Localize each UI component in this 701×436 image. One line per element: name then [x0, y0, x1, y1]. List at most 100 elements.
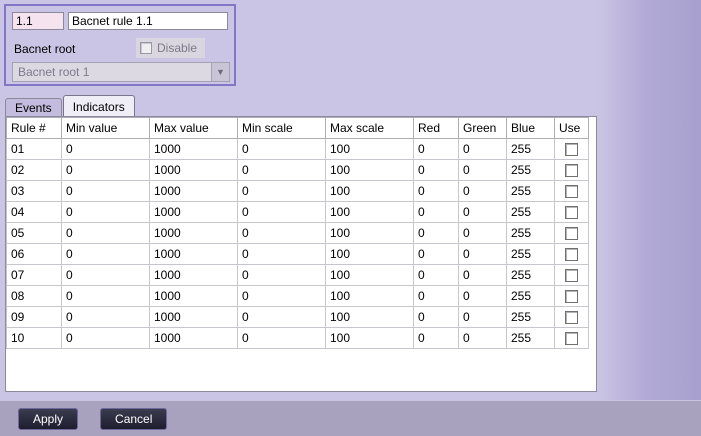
value-cell[interactable]: 0 [62, 223, 150, 244]
column-header-max-value: Max value [150, 118, 238, 139]
value-cell[interactable]: 255 [507, 265, 555, 286]
use-checkbox[interactable] [565, 185, 578, 198]
rule-name-field[interactable] [68, 12, 228, 30]
value-cell[interactable]: 0 [62, 139, 150, 160]
value-cell[interactable]: 255 [507, 202, 555, 223]
value-cell[interactable]: 0 [414, 244, 459, 265]
value-cell[interactable]: 0 [238, 181, 326, 202]
value-cell[interactable]: 100 [326, 286, 414, 307]
value-cell[interactable]: 0 [414, 181, 459, 202]
footer-bar: Apply Cancel [0, 400, 701, 436]
value-cell[interactable]: 0 [414, 265, 459, 286]
apply-button[interactable]: Apply [18, 408, 78, 430]
value-cell[interactable]: 255 [507, 307, 555, 328]
value-cell[interactable]: 100 [326, 244, 414, 265]
value-cell[interactable]: 0 [414, 286, 459, 307]
value-cell[interactable]: 0 [238, 286, 326, 307]
value-cell[interactable]: 0 [459, 307, 507, 328]
value-cell[interactable]: 0 [414, 202, 459, 223]
chevron-down-icon[interactable]: ▼ [211, 63, 229, 81]
value-cell[interactable]: 0 [62, 307, 150, 328]
value-cell[interactable]: 100 [326, 139, 414, 160]
rule-number-cell: 10 [7, 328, 62, 349]
value-cell[interactable]: 0 [238, 202, 326, 223]
use-checkbox[interactable] [565, 332, 578, 345]
value-cell[interactable]: 100 [326, 265, 414, 286]
value-cell[interactable]: 255 [507, 160, 555, 181]
value-cell[interactable]: 0 [459, 244, 507, 265]
value-cell[interactable]: 0 [459, 139, 507, 160]
rule-id-field[interactable] [12, 12, 64, 30]
disable-checkbox-group[interactable]: Disable [136, 38, 205, 58]
use-checkbox[interactable] [565, 143, 578, 156]
value-cell[interactable]: 0 [238, 307, 326, 328]
use-checkbox[interactable] [565, 290, 578, 303]
value-cell[interactable]: 1000 [150, 286, 238, 307]
value-cell[interactable]: 100 [326, 160, 414, 181]
value-cell[interactable]: 0 [459, 202, 507, 223]
use-checkbox[interactable] [565, 311, 578, 324]
use-cell [555, 265, 589, 286]
use-checkbox[interactable] [565, 269, 578, 282]
value-cell[interactable]: 1000 [150, 181, 238, 202]
value-cell[interactable]: 100 [326, 307, 414, 328]
value-cell[interactable]: 0 [459, 223, 507, 244]
tab-indicators[interactable]: Indicators [63, 95, 135, 116]
value-cell[interactable]: 0 [62, 181, 150, 202]
value-cell[interactable]: 0 [62, 286, 150, 307]
use-checkbox[interactable] [565, 164, 578, 177]
value-cell[interactable]: 1000 [150, 307, 238, 328]
value-cell[interactable]: 0 [238, 139, 326, 160]
use-checkbox[interactable] [565, 206, 578, 219]
use-checkbox[interactable] [565, 248, 578, 261]
value-cell[interactable]: 0 [459, 328, 507, 349]
tab-events[interactable]: Events [5, 98, 62, 116]
value-cell[interactable]: 100 [326, 181, 414, 202]
value-cell[interactable]: 0 [414, 223, 459, 244]
value-cell[interactable]: 0 [459, 265, 507, 286]
table-row: 0401000010000255 [7, 202, 589, 223]
value-cell[interactable]: 0 [62, 202, 150, 223]
column-header-max-scale: Max scale [326, 118, 414, 139]
value-cell[interactable]: 0 [414, 139, 459, 160]
value-cell[interactable]: 0 [414, 328, 459, 349]
value-cell[interactable]: 1000 [150, 202, 238, 223]
column-header-min-value: Min value [62, 118, 150, 139]
value-cell[interactable]: 1000 [150, 160, 238, 181]
value-cell[interactable]: 1000 [150, 244, 238, 265]
value-cell[interactable]: 100 [326, 328, 414, 349]
value-cell[interactable]: 1000 [150, 328, 238, 349]
value-cell[interactable]: 1000 [150, 139, 238, 160]
value-cell[interactable]: 0 [238, 244, 326, 265]
value-cell[interactable]: 255 [507, 139, 555, 160]
value-cell[interactable]: 100 [326, 202, 414, 223]
value-cell[interactable]: 255 [507, 328, 555, 349]
disable-checkbox[interactable] [140, 42, 152, 54]
rule-number-cell: 01 [7, 139, 62, 160]
value-cell[interactable]: 0 [238, 265, 326, 286]
cancel-button[interactable]: Cancel [100, 408, 167, 430]
value-cell[interactable]: 0 [414, 307, 459, 328]
value-cell[interactable]: 0 [62, 265, 150, 286]
value-cell[interactable]: 0 [238, 328, 326, 349]
table-row: 0501000010000255 [7, 223, 589, 244]
value-cell[interactable]: 1000 [150, 265, 238, 286]
value-cell[interactable]: 0 [62, 160, 150, 181]
value-cell[interactable]: 255 [507, 223, 555, 244]
value-cell[interactable]: 0 [459, 181, 507, 202]
value-cell[interactable]: 0 [238, 223, 326, 244]
value-cell[interactable]: 0 [62, 244, 150, 265]
value-cell[interactable]: 0 [62, 328, 150, 349]
bacnet-root-dropdown[interactable]: Bacnet root 1 ▼ [12, 62, 230, 82]
value-cell[interactable]: 0 [459, 286, 507, 307]
value-cell[interactable]: 255 [507, 244, 555, 265]
value-cell[interactable]: 0 [238, 160, 326, 181]
value-cell[interactable]: 0 [414, 160, 459, 181]
value-cell[interactable]: 100 [326, 223, 414, 244]
use-checkbox[interactable] [565, 227, 578, 240]
value-cell[interactable]: 0 [459, 160, 507, 181]
column-header-red: Red [414, 118, 459, 139]
value-cell[interactable]: 255 [507, 286, 555, 307]
value-cell[interactable]: 255 [507, 181, 555, 202]
value-cell[interactable]: 1000 [150, 223, 238, 244]
